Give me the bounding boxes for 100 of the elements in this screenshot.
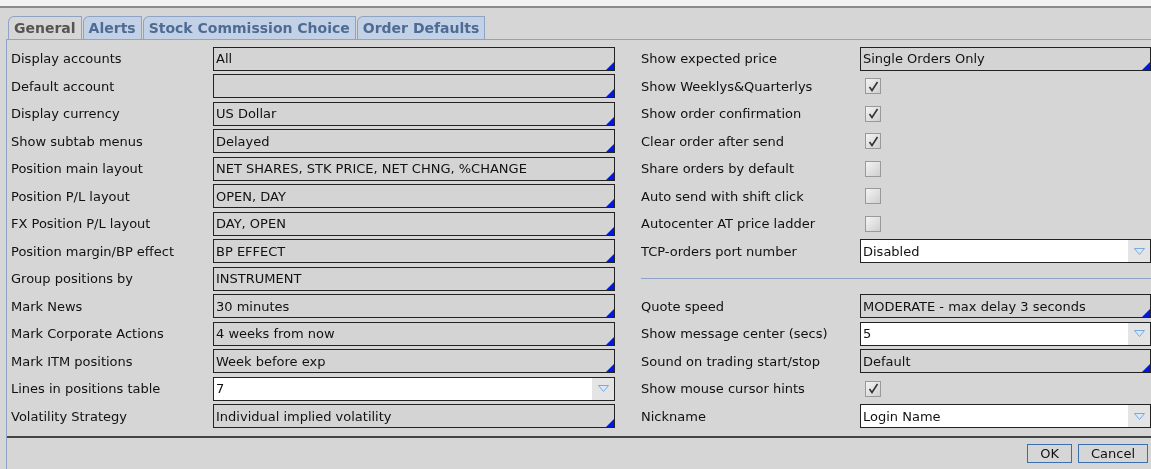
field-value: Default: [863, 352, 911, 371]
setting-label: Group positions by: [11, 270, 135, 288]
dropdown-field[interactable]: Login Name: [860, 404, 1151, 429]
setting-label: Position P/L layout: [11, 187, 131, 206]
setting-label: Mark Corporate Actions: [11, 325, 165, 343]
checkmark-icon: [867, 80, 879, 92]
field-value: 4 weeks from now: [216, 325, 335, 343]
menu-field[interactable]: [213, 74, 615, 99]
dropdown-field[interactable]: 5: [860, 321, 1151, 346]
menu-field[interactable]: OPEN, DAY: [213, 184, 615, 209]
menu-field[interactable]: Week before exp: [213, 349, 615, 374]
corner-marker-icon: [606, 61, 614, 70]
menu-field[interactable]: Default: [860, 349, 1151, 374]
dropdown-field[interactable]: Disabled: [860, 239, 1151, 264]
menu-field[interactable]: Delayed: [213, 129, 615, 154]
menu-field[interactable]: Individual implied volatility: [213, 404, 615, 429]
setting-label: Nickname: [641, 407, 707, 426]
menu-field[interactable]: DAY, OPEN: [213, 211, 615, 236]
field-value: Single Orders Only: [863, 50, 985, 68]
menu-field[interactable]: US Dollar: [213, 101, 615, 126]
setting-label: Display currency: [11, 105, 121, 123]
tab[interactable]: Alerts: [82, 16, 142, 39]
setting-label: Quote speed: [641, 297, 725, 316]
checkbox[interactable]: [865, 160, 881, 177]
corner-marker-icon: [606, 226, 614, 235]
field-value: US Dollar: [216, 105, 277, 123]
corner-marker-icon: [606, 281, 614, 290]
field-value: 7: [216, 380, 226, 398]
checkmark-icon: [867, 108, 879, 120]
checkbox[interactable]: [865, 380, 881, 397]
setting-label: FX Position P/L layout: [11, 215, 152, 233]
corner-marker-icon: [606, 199, 614, 208]
setting-label: Show Weeklys&Quarterlys: [641, 77, 814, 96]
corner-marker-icon: [606, 336, 614, 345]
setting-label: Clear order after send: [641, 132, 786, 151]
corner-marker-icon: [606, 364, 614, 373]
field-value: BP EFFECT: [216, 242, 286, 261]
dropdown-arrow-icon: [1133, 412, 1145, 420]
corner-marker-icon: [1142, 364, 1150, 373]
field-value: Week before exp: [216, 352, 326, 371]
corner-marker-icon: [1142, 309, 1150, 318]
corner-marker-icon: [606, 254, 614, 263]
checkbox[interactable]: [865, 133, 881, 150]
dropdown-arrow-icon: [1133, 247, 1145, 255]
setting-label: Lines in positions table: [11, 380, 162, 398]
setting-label: Auto send with shift click: [641, 187, 805, 206]
setting-label: Show order confirmation: [641, 105, 803, 123]
checkbox[interactable]: [865, 105, 881, 122]
setting-label: TCP-orders port number: [641, 242, 798, 261]
menu-field[interactable]: 30 minutes: [213, 294, 615, 319]
checkmark-icon: [867, 383, 879, 395]
menu-field[interactable]: Single Orders Only: [860, 46, 1151, 71]
tab[interactable]: Stock Commission Choice: [142, 16, 356, 39]
tab[interactable]: Order Defaults: [356, 16, 486, 39]
tab[interactable]: General: [8, 16, 82, 39]
setting-label: Share orders by default: [641, 160, 796, 178]
setting-label: Default account: [11, 77, 116, 96]
menu-field[interactable]: 4 weeks from now: [213, 321, 615, 346]
ok-button[interactable]: OK: [1027, 444, 1072, 463]
checkbox[interactable]: [865, 215, 881, 232]
field-value: All: [216, 50, 233, 68]
menu-field[interactable]: INSTRUMENT: [213, 266, 615, 291]
field-value: DAY, OPEN: [216, 215, 286, 233]
setting-label: Show subtab menus: [11, 132, 144, 151]
field-value: Login Name: [863, 407, 942, 426]
setting-label: Sound on trading start/stop: [641, 352, 822, 371]
field-value: NET SHARES, STK PRICE, NET CHNG, %CHANGE: [216, 160, 527, 178]
checkmark-icon: [867, 135, 879, 147]
corner-marker-icon: [606, 89, 614, 98]
field-value: 5: [863, 325, 873, 343]
corner-marker-icon: [606, 116, 614, 125]
dropdown-field[interactable]: 7: [213, 376, 615, 401]
setting-label: Position main layout: [11, 160, 144, 178]
menu-field[interactable]: NET SHARES, STK PRICE, NET CHNG, %CHANGE: [213, 156, 615, 181]
menu-field[interactable]: BP EFFECT: [213, 239, 615, 264]
setting-label: Mark ITM positions: [11, 352, 134, 371]
menu-field[interactable]: MODERATE - max delay 3 seconds: [860, 294, 1151, 319]
checkbox[interactable]: [865, 78, 881, 95]
field-value: MODERATE - max delay 3 seconds: [863, 297, 1086, 316]
field-value: INSTRUMENT: [216, 270, 302, 288]
setting-label: Autocenter AT price ladder: [641, 215, 816, 233]
corner-marker-icon: [606, 144, 614, 153]
checkbox[interactable]: [865, 188, 881, 205]
corner-marker-icon: [606, 171, 614, 180]
menu-field[interactable]: All: [213, 46, 615, 71]
dropdown-arrow-icon: [1133, 330, 1145, 338]
field-value: Individual implied volatility: [216, 407, 392, 426]
field-value: Delayed: [216, 132, 270, 151]
dropdown-arrow-icon: [597, 385, 609, 393]
field-value: Disabled: [863, 242, 921, 261]
setting-label: Show message center (secs): [641, 325, 829, 343]
field-value: OPEN, DAY: [216, 187, 286, 206]
setting-label: Volatility Strategy: [11, 407, 128, 426]
setting-label: Show expected price: [641, 50, 778, 68]
corner-marker-icon: [1142, 61, 1150, 70]
corner-marker-icon: [606, 309, 614, 318]
setting-label: Position margin/BP effect: [11, 242, 176, 261]
field-value: 30 minutes: [216, 297, 290, 316]
cancel-button[interactable]: Cancel: [1077, 444, 1148, 463]
corner-marker-icon: [606, 419, 614, 428]
